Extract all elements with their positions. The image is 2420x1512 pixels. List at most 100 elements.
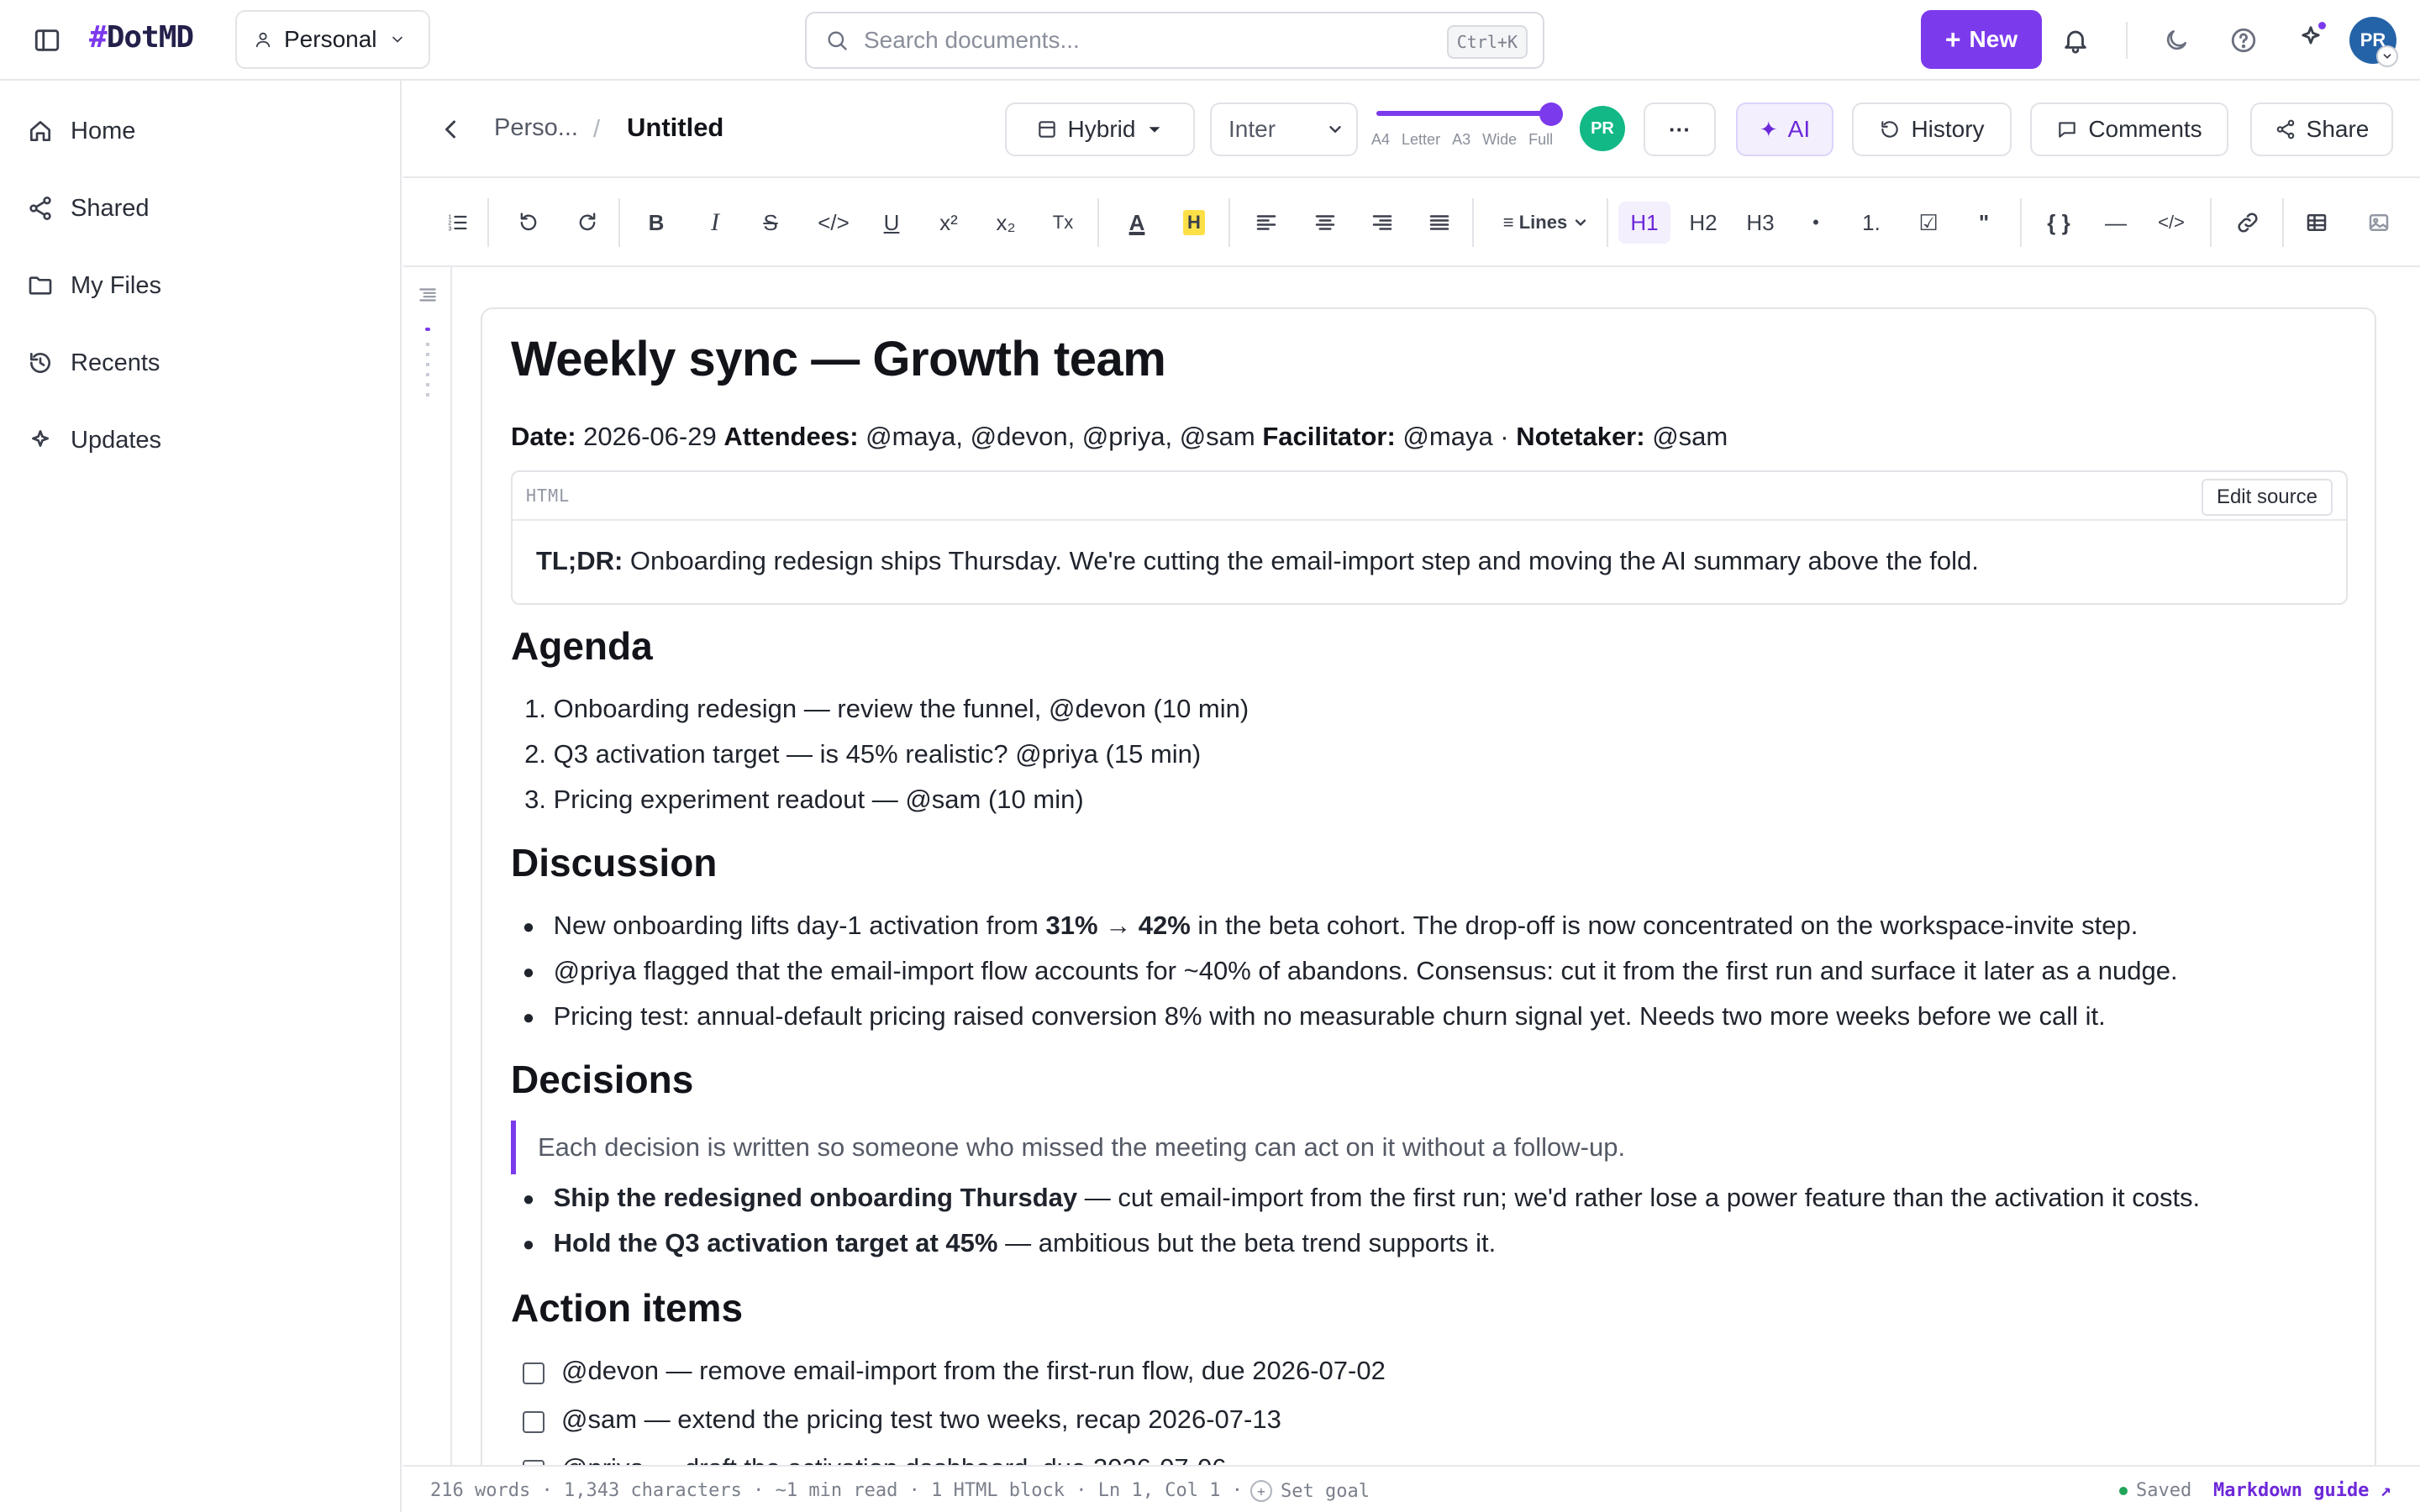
decision-text: — cut email-import from the first run; w… (1077, 1183, 2201, 1212)
superscript-button[interactable]: x² (928, 202, 970, 244)
share-button[interactable]: Share (2250, 102, 2393, 156)
search-input[interactable]: Search documents... Ctrl+K (805, 12, 1544, 69)
sparkle-icon[interactable] (2292, 18, 2329, 55)
discussion-text: New onboarding lifts day-1 activation fr… (553, 911, 1046, 940)
align-left-icon[interactable] (1245, 202, 1287, 244)
document-editor[interactable]: Weekly sync — Growth team Date: 2026-06-… (481, 307, 2376, 1500)
bold-button[interactable]: B (635, 202, 677, 244)
moon-icon[interactable] (2158, 22, 2195, 59)
text-color-button[interactable]: A (1116, 202, 1158, 244)
edit-source-button[interactable]: Edit source (2201, 479, 2333, 516)
bullet-list-button[interactable]: • (1795, 202, 1837, 244)
heading-3-button[interactable]: H3 (1734, 202, 1786, 244)
agenda-heading[interactable]: Agenda (511, 623, 653, 669)
checklist-button[interactable]: ☑ (1907, 202, 1949, 244)
width-option-a4[interactable]: A4 (1371, 131, 1390, 149)
history-icon (27, 349, 54, 376)
list-item[interactable]: 1. Onboarding redesign — review the funn… (511, 694, 1249, 724)
width-slider-track[interactable] (1376, 111, 1551, 116)
task-checkbox[interactable] (523, 1411, 544, 1433)
sidebar-item-home[interactable]: Home (27, 106, 135, 156)
sidebar-item-my-files[interactable]: My Files (27, 260, 161, 311)
decisions-heading[interactable]: Decisions (511, 1057, 693, 1102)
task-text[interactable]: @devon — remove email-import from the fi… (561, 1356, 1386, 1386)
horizontal-rule-button[interactable]: — (2092, 202, 2139, 244)
discussion-heading[interactable]: Discussion (511, 840, 717, 885)
width-option-full[interactable]: Full (1528, 131, 1553, 149)
breadcrumb-parent[interactable]: Perso... (494, 114, 578, 142)
comments-button[interactable]: Comments (2030, 102, 2228, 156)
markdown-guide-link[interactable]: Markdown guide ↗ (2213, 1480, 2391, 1501)
ai-button[interactable]: ✦ AI (1736, 102, 1833, 156)
meta-line[interactable]: Date: 2026-06-29 Attendees: @maya, @devo… (511, 422, 1728, 452)
outline-toggle-icon[interactable]: 123 (437, 202, 479, 244)
workspace-switcher[interactable]: Personal (235, 10, 430, 69)
list-item[interactable]: ● Pricing test: annual-default pricing r… (511, 1001, 2106, 1032)
outline-markers[interactable] (426, 343, 429, 402)
width-option-a3[interactable]: A3 (1452, 131, 1470, 149)
inline-code-button[interactable]: </> (808, 202, 859, 244)
collaborator-avatar[interactable]: PR (1580, 106, 1625, 151)
toolbar-divider (2210, 198, 2212, 247)
line-spacing-select[interactable]: ≡ Lines (1496, 202, 1597, 244)
sidebar-item-updates[interactable]: Updates (27, 415, 161, 465)
align-justify-icon[interactable] (1418, 202, 1460, 244)
align-right-icon[interactable] (1361, 202, 1403, 244)
svg-text:3: 3 (448, 226, 451, 232)
blockquote-button[interactable]: " (1963, 202, 2005, 244)
strikethrough-button[interactable]: S (750, 202, 792, 244)
font-select[interactable]: Inter (1210, 102, 1358, 156)
task-text[interactable]: @sam — extend the pricing test two weeks… (561, 1404, 1281, 1435)
redo-icon[interactable] (566, 202, 608, 244)
more-options-button[interactable]: ··· (1644, 102, 1716, 156)
tldr-text[interactable]: TL;DR: Onboarding redesign ships Thursda… (536, 546, 1979, 576)
undo-icon[interactable] (508, 202, 550, 244)
set-goal-button[interactable]: + Set goal (1250, 1480, 1370, 1502)
italic-button[interactable]: I (694, 202, 736, 244)
clear-format-button[interactable]: Tx (1042, 202, 1084, 244)
sidebar-item-recents[interactable]: Recents (27, 338, 160, 388)
image-icon[interactable] (2358, 202, 2400, 244)
bell-icon[interactable] (2057, 22, 2094, 59)
task-checkbox[interactable] (523, 1362, 544, 1384)
list-item[interactable]: ● New onboarding lifts day-1 activation … (511, 911, 2139, 941)
html-embed-button[interactable]: </> (2148, 202, 2195, 244)
view-mode-select[interactable]: Hybrid (1005, 102, 1195, 156)
action-items-heading[interactable]: Action items (511, 1285, 743, 1331)
new-document-button[interactable]: + New (1921, 10, 2042, 69)
list-item[interactable]: ● Hold the Q3 activation target at 45% —… (511, 1228, 1497, 1258)
chevron-down-icon[interactable] (2376, 45, 2398, 67)
history-button[interactable]: History (1852, 102, 2012, 156)
highlight-button[interactable]: H (1173, 202, 1215, 244)
help-icon[interactable] (2225, 22, 2262, 59)
width-slider-handle[interactable] (1539, 102, 1563, 126)
blockquote[interactable]: Each decision is written so someone who … (511, 1121, 1625, 1174)
list-item[interactable]: 2. Q3 activation target — is 45% realist… (511, 739, 1201, 769)
width-option-letter[interactable]: Letter (1402, 131, 1440, 149)
document-heading[interactable]: Weekly sync — Growth team (511, 331, 1166, 387)
heading-2-button[interactable]: H2 (1677, 202, 1729, 244)
tldr-key: TL;DR: (536, 546, 623, 575)
underline-button[interactable]: U (871, 202, 913, 244)
saved-dot-icon (2119, 1486, 2128, 1495)
sidebar-toggle-icon[interactable] (32, 25, 62, 55)
subscript-button[interactable]: x₂ (985, 202, 1027, 244)
outline-marker-active[interactable] (425, 328, 430, 331)
link-icon[interactable] (2227, 202, 2269, 244)
heading-1-button[interactable]: H1 (1618, 202, 1670, 244)
sidebar-item-shared[interactable]: Shared (27, 183, 150, 234)
align-center-icon[interactable] (1304, 202, 1346, 244)
list-item[interactable]: ● @priya flagged that the email-import f… (511, 956, 2178, 986)
ordered-list-button[interactable]: 1. (1850, 202, 1892, 244)
list-item[interactable]: ● Ship the redesigned onboarding Thursda… (511, 1183, 2200, 1213)
table-icon[interactable] (2296, 202, 2338, 244)
html-block[interactable]: HTML Edit source TL;DR: Onboarding redes… (511, 470, 2348, 605)
code-block-button[interactable]: { } (2035, 202, 2082, 244)
app-logo[interactable]: #DotMD (89, 20, 194, 55)
list-item[interactable]: 3. Pricing experiment readout — @sam (10… (511, 785, 1084, 815)
back-icon[interactable] (435, 114, 466, 144)
outline-icon[interactable] (417, 284, 439, 306)
width-option-wide[interactable]: Wide (1482, 131, 1517, 149)
document-title[interactable]: Untitled (627, 113, 723, 143)
document-header: Perso... / Untitled Hybrid Inter A4 Lett… (403, 81, 2420, 178)
